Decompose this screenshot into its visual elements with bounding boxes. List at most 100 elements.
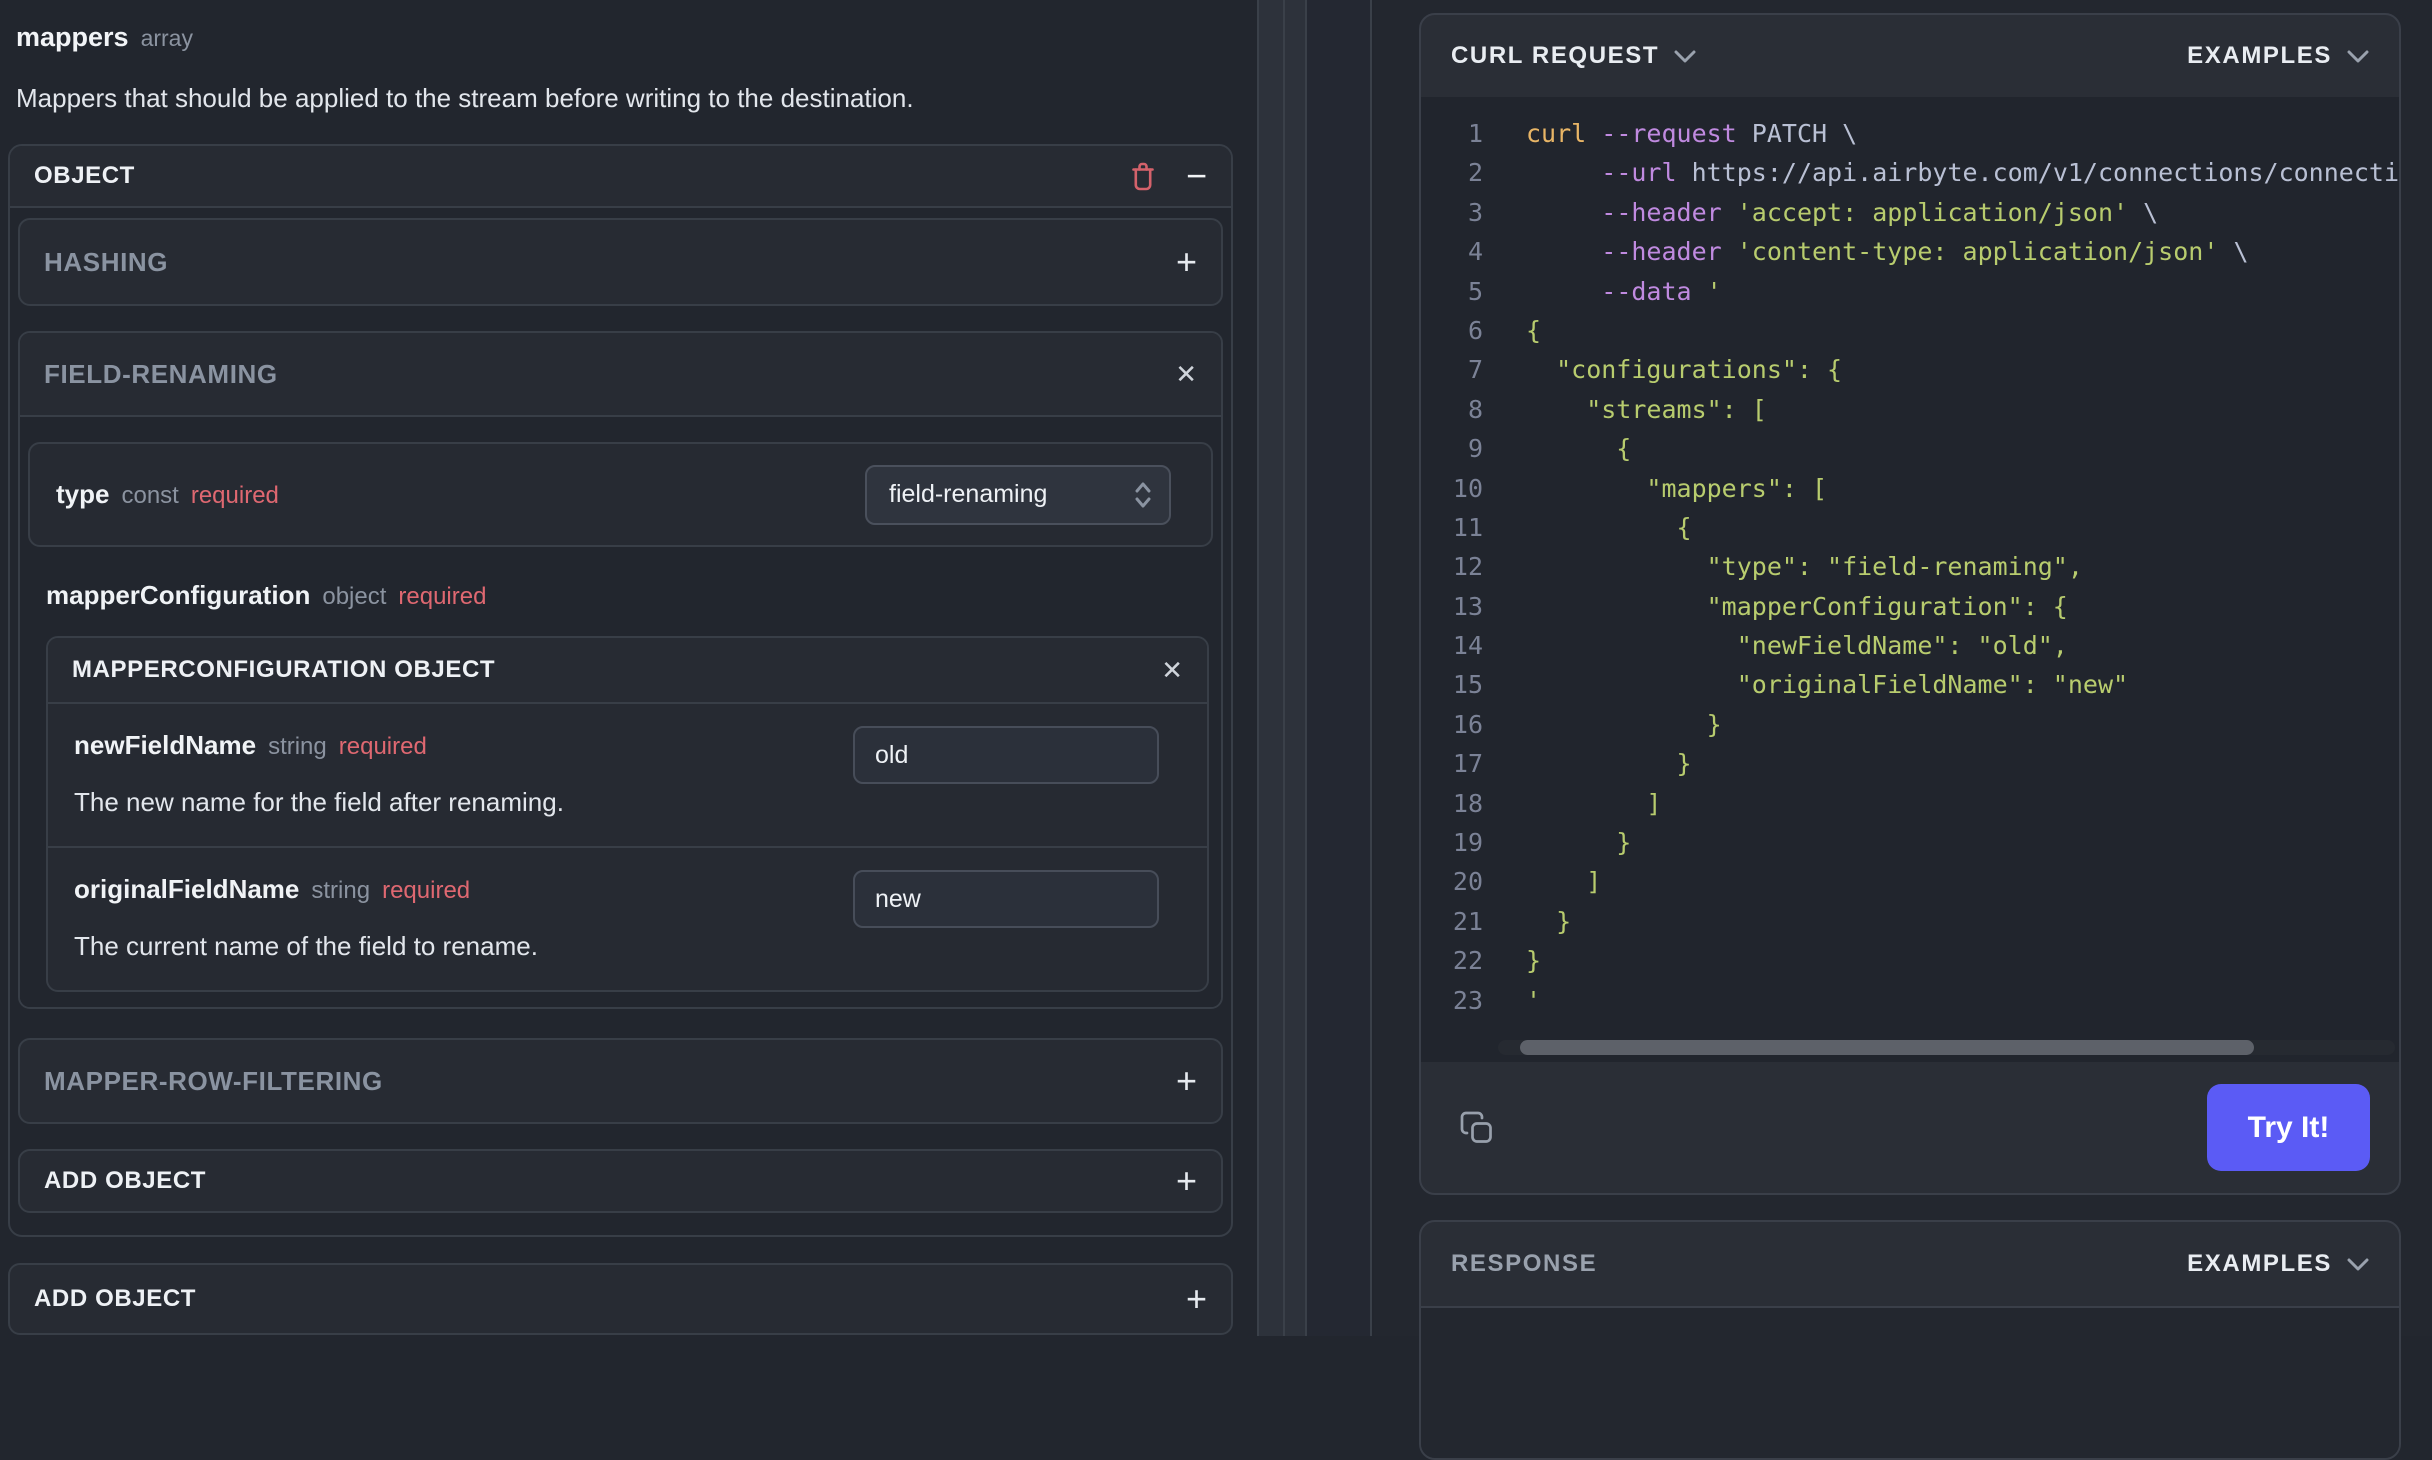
close-field-renaming-button[interactable]: ✕ [1175,361,1197,387]
plus-icon: + [1185,1278,1207,1319]
chevron-down-icon [1674,50,1696,62]
curl-request-card: CURL REQUEST EXAMPLES 1 curl --request PA… [1419,13,2401,1195]
object-item-header: OBJECT − [10,146,1231,208]
field-renaming-body: type const required field-renaming mappe… [20,417,1221,1007]
newfieldname-name: newFieldName [74,730,257,760]
code-line: 21 } [1421,902,2399,941]
newfieldname-required-badge: required [338,733,427,760]
line-number: 21 [1452,906,1483,936]
line-number: 20 [1452,867,1483,897]
horizontal-scrollbar-thumb[interactable] [1520,1040,2254,1055]
line-number: 14 [1452,631,1483,661]
mapperconfiguration-card: MAPPERCONFIGURATION OBJECT ✕ newFieldNam… [46,636,1209,992]
delete-object-button[interactable] [1130,161,1156,192]
line-number: 11 [1452,512,1483,542]
mapperconfiguration-card-title: MAPPERCONFIGURATION OBJECT [72,656,496,683]
line-number: 4 [1467,237,1483,267]
field-renaming-label: FIELD-RENAMING [44,358,278,389]
line-number: 1 [1467,119,1483,148]
mapperconfiguration-name: mapperConfiguration [46,580,311,610]
horizontal-scrollbar-track[interactable] [1498,1040,2395,1055]
code-line: 1 curl --request PATCH \ [1421,114,2399,153]
curl-code-block: 1 curl --request PATCH \ 2 --url https://a… [1421,97,2399,1062]
code-line: 15 "originalFieldName": "new" [1421,665,2399,704]
type-field-name: type [56,479,110,509]
originalfieldname-input[interactable] [853,870,1159,928]
code-line: 18 ] [1421,784,2399,823]
line-number: 7 [1467,355,1483,385]
type-select[interactable]: field-renaming [865,464,1171,525]
line-number: 5 [1467,276,1483,306]
response-body [1421,1308,2399,1458]
line-number: 2 [1467,158,1483,188]
expand-hashing-button[interactable]: + [1176,244,1197,280]
code-lines: 1 curl --request PATCH \ 2 --url https://a… [1421,114,2399,1020]
code-line: 13 "mapperConfiguration": { [1421,587,2399,626]
chevron-down-icon [2347,1258,2369,1270]
add-object-inner-button[interactable]: ADD OBJECT + [18,1149,1223,1213]
chevron-down-icon [2347,50,2369,62]
mapper-row-filtering-section[interactable]: MAPPER-ROW-FILTERING + [18,1038,1223,1124]
close-icon: ✕ [1175,359,1197,389]
code-line: 11 { [1421,508,2399,547]
line-number: 19 [1452,828,1483,858]
code-line: 17 } [1421,744,2399,783]
type-select-value: field-renaming [889,480,1048,508]
expand-mapper-row-filtering-button[interactable]: + [1176,1063,1197,1099]
curl-request-header: CURL REQUEST EXAMPLES [1421,15,2399,97]
code-line: 12 "type": "field-renaming", [1421,547,2399,586]
plus-icon: + [1175,1060,1197,1101]
mappers-title-row: mappers array [16,22,1257,53]
object-item-label: OBJECT [34,162,135,189]
code-line: 22} [1421,941,2399,980]
field-renaming-section: FIELD-RENAMING ✕ type const required fie… [18,331,1223,1009]
plus-icon: + [1175,1160,1197,1201]
line-number: 6 [1467,315,1483,345]
newfieldname-input[interactable] [853,726,1159,784]
originalfieldname-row: originalFieldName string required The cu… [48,846,1207,990]
mapperconfiguration-card-header: MAPPERCONFIGURATION OBJECT ✕ [48,638,1207,704]
curl-request-dropdown[interactable]: CURL REQUEST [1451,42,1696,70]
originalfieldname-description: The current name of the field to rename. [74,931,538,961]
line-number: 15 [1452,670,1483,700]
copy-icon [1460,1111,1492,1143]
field-renaming-header: FIELD-RENAMING ✕ [20,333,1221,417]
add-object-outer-label: ADD OBJECT [34,1285,197,1312]
curl-card-footer: Try It! [1421,1062,2399,1193]
line-number: 23 [1452,985,1483,1015]
line-number: 9 [1467,434,1483,464]
mapperconfiguration-label-row: mapperConfiguration object required [46,580,1213,611]
line-number: 3 [1467,197,1483,227]
code-line: 10 "mappers": [ [1421,469,2399,508]
panel-resize-gutter[interactable] [1283,0,1307,1336]
response-examples-dropdown[interactable]: EXAMPLES [2187,1250,2369,1278]
line-number: 17 [1452,749,1483,779]
object-item-body: HASHING + FIELD-RENAMING ✕ type const re… [10,208,1231,1235]
mappers-description: Mappers that should be applied to the st… [16,83,914,113]
close-mapperconfiguration-button[interactable]: ✕ [1161,657,1183,683]
line-number: 12 [1452,552,1483,582]
mapper-row-filtering-label: MAPPER-ROW-FILTERING [44,1065,383,1096]
add-object-outer-button[interactable]: ADD OBJECT + [8,1263,1233,1335]
try-it-button[interactable]: Try It! [2207,1084,2370,1171]
column-divider [1307,0,1372,1336]
hashing-section[interactable]: HASHING + [18,218,1223,306]
newfieldname-row: newFieldName string required The new nam… [48,704,1207,846]
code-line: 5 --data ' [1421,272,2399,311]
left-scrollbar-gutter[interactable] [1257,0,1283,1336]
type-field-required-badge: required [190,482,279,509]
type-field-kind: const [121,482,179,509]
plus-icon: + [1175,241,1197,282]
copy-code-button[interactable] [1459,1110,1495,1146]
response-card: RESPONSE EXAMPLES [1419,1220,2401,1460]
response-examples-label: EXAMPLES [2187,1250,2332,1277]
code-line: 16 } [1421,705,2399,744]
plus-icon-button[interactable]: + [1186,1281,1207,1317]
curl-examples-dropdown[interactable]: EXAMPLES [2187,42,2369,70]
code-line: 23 ' [1421,981,2399,1020]
code-line: 14 "newFieldName": "old", [1421,626,2399,665]
collapse-object-button[interactable]: − [1186,158,1207,194]
plus-icon-button[interactable]: + [1176,1163,1197,1199]
originalfieldname-required-badge: required [382,877,471,904]
api-docs-page: { "left_panel": { "title": "mappers", "t… [0,0,2432,1460]
